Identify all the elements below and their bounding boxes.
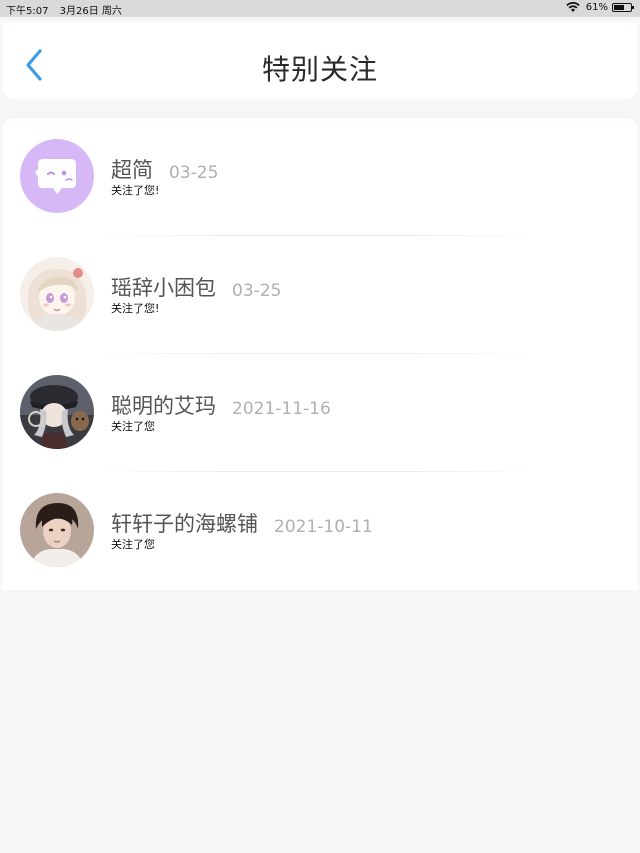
status-left: 下午5:07 3月26日 周六 (6, 2, 130, 17)
status-bar: 下午5:07 3月26日 周六 61% (0, 0, 640, 17)
header-bar: 特别关注 (2, 22, 638, 99)
follower-name-text: 轩轩子的海螺铺 (111, 512, 258, 536)
portrait-photo-avatar-image (20, 493, 94, 567)
follow-message: 关注了您! (111, 184, 160, 197)
follow-message: 关注了您! (111, 302, 160, 315)
battery-fill (614, 4, 624, 10)
follow-message: 关注了您 (111, 420, 155, 433)
follower-name: 超简 03-25 (111, 154, 218, 184)
follower-name: 轩轩子的海螺铺 2021-10-11 (111, 508, 373, 538)
page-title: 特别关注 (261, 53, 378, 86)
follower-name: 聪明的艾玛 2021-11-16 (111, 390, 331, 420)
follow-date: 03-25 (169, 163, 219, 183)
follower-name: 瑶辞小困包 03-25 (111, 272, 281, 302)
avatar[interactable] (20, 139, 94, 213)
follow-date: 2021-11-16 (232, 399, 331, 419)
status-time: 下午5:07 (6, 6, 49, 17)
follower-name-text: 超简 (111, 158, 153, 182)
battery-icon (612, 2, 634, 12)
follow-date: 2021-10-11 (274, 517, 373, 537)
wifi-icon (566, 2, 580, 12)
battery-percentage: 61% (585, 1, 608, 13)
avatar[interactable] (20, 257, 94, 331)
follow-date: 03-25 (232, 281, 282, 301)
follow-row[interactable]: 超简 03-25 关注了您! (2, 118, 638, 236)
follower-name-text: 聪明的艾玛 (111, 394, 216, 418)
status-right: 61% (566, 1, 634, 13)
follow-row[interactable]: 瑶辞小困包 03-25 关注了您! (2, 236, 638, 354)
status-date: 3月26日 周六 (59, 6, 122, 17)
follow-row[interactable]: 轩轩子的海螺铺 2021-10-11 关注了您 (2, 472, 638, 590)
follower-name-text: 瑶辞小困包 (111, 276, 216, 300)
detective-character-avatar-image (20, 375, 94, 449)
avatar[interactable] (20, 493, 94, 567)
anime-girl-avatar-image (20, 257, 94, 331)
follow-list: 超简 03-25 关注了您! 瑶辞小困包 03-25 关注了您! 聪明的艾玛 2… (2, 118, 638, 590)
follow-message: 关注了您 (111, 538, 155, 551)
chat-bubble-avatar-icon (20, 139, 94, 213)
follow-row[interactable]: 聪明的艾玛 2021-11-16 关注了您 (2, 354, 638, 472)
avatar[interactable] (20, 375, 94, 449)
